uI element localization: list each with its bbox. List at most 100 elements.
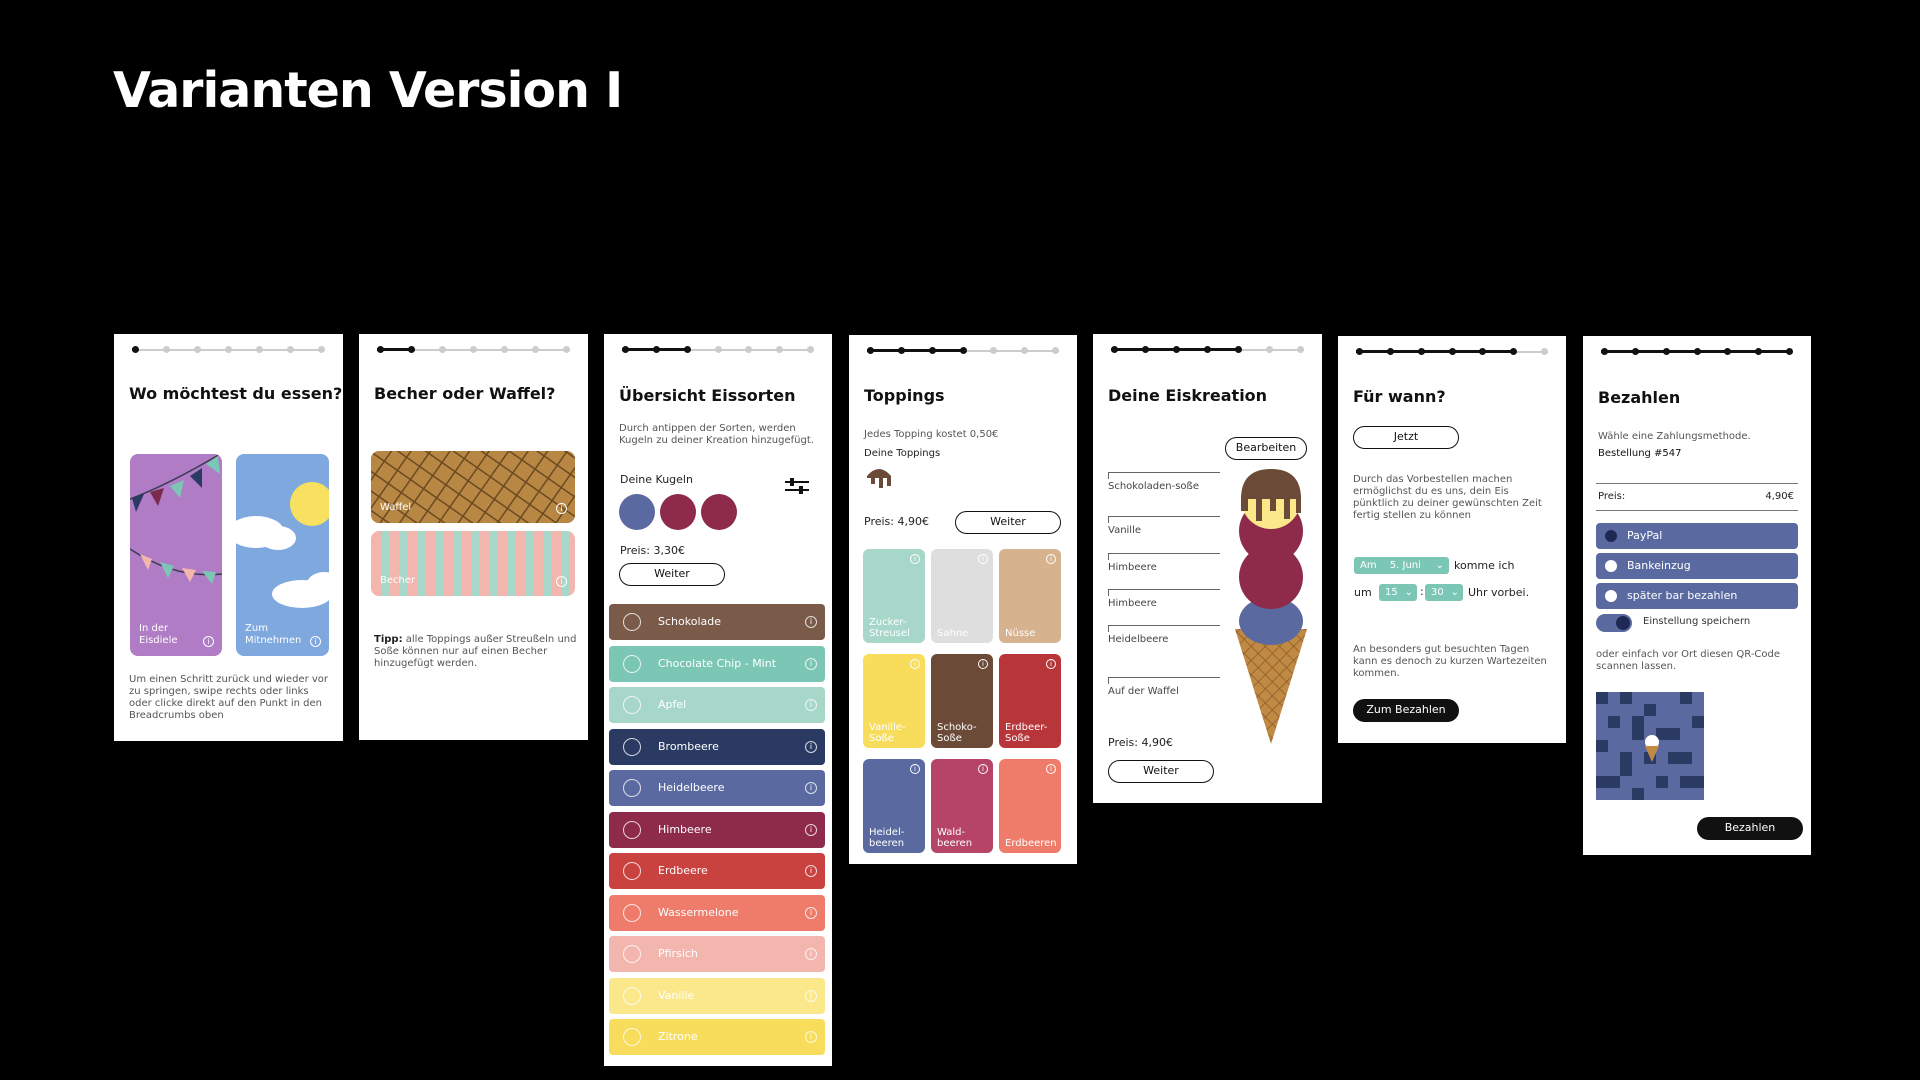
breadcrumbs[interactable] bbox=[622, 345, 814, 355]
breadcrumbs[interactable] bbox=[1111, 345, 1304, 355]
topping-tile[interactable]: Zucker-Streusel i bbox=[863, 549, 925, 643]
payment-option[interactable]: später bar bezahlen bbox=[1596, 583, 1798, 609]
info-icon[interactable]: i bbox=[1046, 764, 1056, 774]
topping-tile[interactable]: Schoko-Soße i bbox=[931, 654, 993, 748]
flavor-item[interactable]: Heidelbeere i bbox=[609, 770, 825, 806]
breadcrumb-dot[interactable] bbox=[318, 346, 325, 353]
breadcrumb-dot[interactable] bbox=[652, 346, 660, 353]
breadcrumb-dot[interactable] bbox=[1417, 348, 1425, 355]
breadcrumb-dot[interactable] bbox=[1510, 348, 1518, 355]
save-toggle[interactable] bbox=[1596, 614, 1632, 632]
breadcrumb-dot[interactable] bbox=[439, 346, 446, 353]
breadcrumb-dot[interactable] bbox=[1021, 347, 1029, 354]
breadcrumb-dot[interactable] bbox=[867, 347, 874, 354]
payment-option[interactable]: Bankeinzug bbox=[1596, 553, 1798, 579]
breadcrumb-dot[interactable] bbox=[1297, 346, 1304, 353]
payment-option[interactable]: PayPal bbox=[1596, 523, 1798, 549]
info-icon[interactable]: i bbox=[805, 865, 817, 877]
breadcrumb-dot[interactable] bbox=[683, 346, 691, 353]
flavor-item[interactable]: Apfel i bbox=[609, 687, 825, 723]
zum-bezahlen-button[interactable]: Zum Bezahlen bbox=[1353, 699, 1459, 722]
topping-tile[interactable]: Heidel-beeren i bbox=[863, 759, 925, 853]
info-icon[interactable]: i bbox=[978, 764, 988, 774]
flavor-item[interactable]: Himbeere i bbox=[609, 811, 825, 848]
breadcrumb-dot[interactable] bbox=[532, 346, 539, 353]
option-mitnehmen[interactable]: Zum Mitnehmen i bbox=[236, 454, 329, 656]
flavor-item[interactable]: Schokolade i bbox=[609, 604, 825, 640]
info-icon[interactable]: i bbox=[805, 989, 817, 1002]
breadcrumb-dot[interactable] bbox=[897, 347, 905, 354]
info-icon[interactable]: i bbox=[1046, 554, 1056, 564]
info-icon[interactable]: i bbox=[805, 699, 817, 711]
breadcrumb-dot[interactable] bbox=[1662, 348, 1670, 355]
flavor-item[interactable]: Chocolate Chip - Mint i bbox=[609, 645, 825, 682]
info-icon[interactable]: i bbox=[556, 503, 567, 514]
breadcrumb-dot[interactable] bbox=[1356, 348, 1363, 355]
breadcrumb-dot[interactable] bbox=[714, 346, 722, 353]
breadcrumb-dot[interactable] bbox=[1601, 348, 1608, 355]
topping-tile[interactable]: Wald-beeren i bbox=[931, 759, 993, 853]
info-icon[interactable]: i bbox=[910, 764, 920, 774]
breadcrumb-dot[interactable] bbox=[622, 346, 629, 353]
breadcrumb-dot[interactable] bbox=[959, 347, 967, 354]
breadcrumb-dot[interactable] bbox=[1052, 347, 1059, 354]
breadcrumb-dot[interactable] bbox=[928, 347, 936, 354]
info-icon[interactable]: i bbox=[556, 576, 567, 587]
breadcrumb-dot[interactable] bbox=[287, 346, 294, 353]
topping-tile[interactable]: Vanille-Soße i bbox=[863, 654, 925, 748]
breadcrumb-dot[interactable] bbox=[194, 346, 201, 353]
info-icon[interactable]: i bbox=[1046, 659, 1056, 669]
flavor-item[interactable]: Brombeere i bbox=[609, 728, 825, 765]
info-icon[interactable]: i bbox=[805, 782, 817, 794]
jetzt-button[interactable]: Jetzt bbox=[1353, 426, 1459, 449]
option-waffel[interactable]: Waffel i bbox=[371, 451, 575, 523]
breadcrumb-dot[interactable] bbox=[132, 346, 139, 353]
breadcrumb-dot[interactable] bbox=[1786, 348, 1793, 355]
breadcrumb-dot[interactable] bbox=[377, 346, 384, 353]
breadcrumb-dot[interactable] bbox=[1266, 346, 1273, 353]
breadcrumb-dot[interactable] bbox=[408, 346, 415, 353]
info-icon[interactable]: i bbox=[805, 823, 817, 836]
breadcrumbs[interactable] bbox=[867, 346, 1059, 356]
radio-icon[interactable] bbox=[1605, 530, 1617, 542]
info-icon[interactable]: i bbox=[310, 636, 321, 647]
breadcrumbs[interactable] bbox=[1601, 347, 1793, 357]
breadcrumb-dot[interactable] bbox=[163, 346, 170, 353]
info-icon[interactable]: i bbox=[805, 1031, 817, 1043]
breadcrumbs[interactable] bbox=[1356, 347, 1548, 357]
scoop-himbeere[interactable] bbox=[701, 494, 737, 530]
breadcrumb-dot[interactable] bbox=[1693, 348, 1701, 355]
topping-tile[interactable]: Nüsse i bbox=[999, 549, 1061, 643]
breadcrumb-dot[interactable] bbox=[1386, 348, 1394, 355]
breadcrumb-dot[interactable] bbox=[1204, 346, 1211, 353]
option-eisdiele[interactable]: In der Eisdiele i bbox=[130, 454, 222, 656]
info-icon[interactable]: i bbox=[978, 554, 988, 564]
info-icon[interactable]: i bbox=[805, 657, 817, 670]
weiter-button[interactable]: Weiter bbox=[1108, 760, 1214, 783]
topping-tile[interactable]: Erdbeer-Soße i bbox=[999, 654, 1061, 748]
flavor-item[interactable]: Erdbeere i bbox=[609, 853, 825, 889]
breadcrumb-dot[interactable] bbox=[1541, 348, 1548, 355]
option-becher[interactable]: Becher i bbox=[371, 531, 575, 596]
topping-tile[interactable]: Erdbeeren i bbox=[999, 759, 1061, 853]
breadcrumb-dot[interactable] bbox=[776, 346, 784, 353]
flavor-item[interactable]: Vanille i bbox=[609, 977, 825, 1014]
breadcrumb-dot[interactable] bbox=[1173, 346, 1180, 353]
breadcrumb-dot[interactable] bbox=[1755, 348, 1763, 355]
breadcrumb-dot[interactable] bbox=[1142, 346, 1149, 353]
breadcrumb-dot[interactable] bbox=[225, 346, 232, 353]
breadcrumb-dot[interactable] bbox=[1631, 348, 1639, 355]
breadcrumb-dot[interactable] bbox=[256, 346, 263, 353]
radio-icon[interactable] bbox=[1605, 560, 1617, 572]
radio-icon[interactable] bbox=[1605, 590, 1617, 602]
info-icon[interactable]: i bbox=[978, 659, 988, 669]
breadcrumb-dot[interactable] bbox=[563, 346, 570, 353]
breadcrumbs[interactable] bbox=[132, 345, 325, 355]
breadcrumb-dot[interactable] bbox=[501, 346, 508, 353]
breadcrumb-dot[interactable] bbox=[1111, 346, 1118, 353]
breadcrumb-dot[interactable] bbox=[1235, 346, 1242, 353]
hour-select[interactable]: 15 ⌄ bbox=[1379, 584, 1417, 601]
minute-select[interactable]: 30 ⌄ bbox=[1425, 584, 1463, 601]
scoop-heidelbeere[interactable] bbox=[619, 494, 655, 530]
flavor-item[interactable]: Wassermelone i bbox=[609, 894, 825, 931]
